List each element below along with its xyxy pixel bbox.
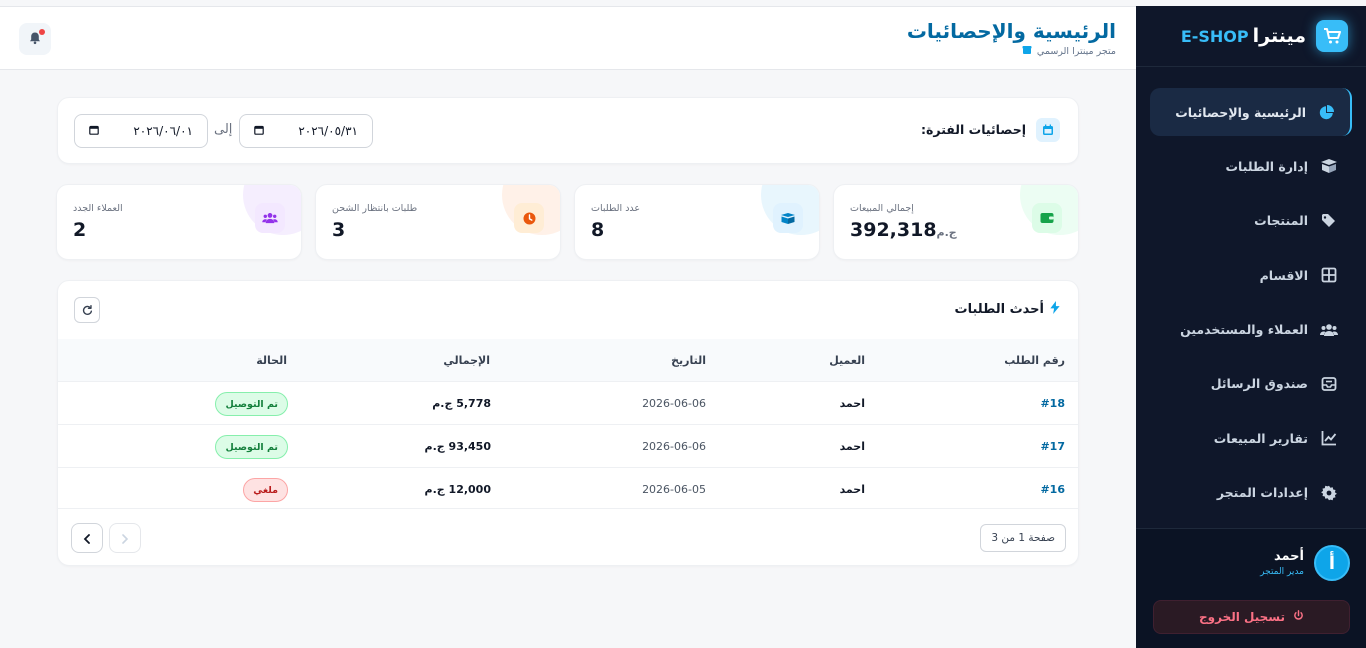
chart-pie-icon — [1318, 103, 1336, 121]
table-row[interactable]: #17 احمد 2026-06-06 93,450 ج.م تم التوصي… — [58, 424, 1078, 467]
sidebar-item-categories[interactable]: الاقسام — [1150, 251, 1352, 299]
user-name: أحمد — [1273, 549, 1304, 564]
bolt-icon — [1050, 301, 1060, 318]
date-from-input[interactable]: ٢٠٢٦/٠٥/٣١ — [239, 114, 373, 148]
stat-label: إجمالي المبيعات — [850, 203, 914, 214]
column-order-id: رقم الطلب — [1004, 354, 1065, 367]
sidebar-nav: الرئيسية والإحصائيات إدارة الطلبات المنت… — [1150, 88, 1352, 523]
stat-value: ج.م392,318 — [850, 219, 957, 241]
status-badge: ملغي — [243, 478, 288, 502]
period-filter: إحصائيات الفترة: ٢٠٢٦/٠٥/٣١ إلى ٢٠٢٦/٠٦/… — [57, 97, 1079, 164]
sidebar-item-products[interactable]: المنتجات — [1150, 197, 1352, 245]
divider — [1136, 66, 1366, 67]
avatar[interactable]: أ — [1314, 545, 1350, 581]
sidebar-item-dashboard[interactable]: الرئيسية والإحصائيات — [1150, 88, 1352, 136]
page-title: الرئيسية والإحصائيات — [906, 19, 1116, 43]
sidebar-item-reports[interactable]: تقارير المبيعات — [1150, 414, 1352, 462]
table-row[interactable]: #16 احمد 2026-06-05 12,000 ج.م ملغي — [58, 467, 1078, 510]
calendar-icon — [89, 124, 99, 138]
table-header: رقم الطلب العميل التاريخ الإجمالي الحالة — [58, 339, 1078, 381]
order-id-link[interactable]: #16 — [1040, 483, 1065, 496]
wallet-icon — [1032, 203, 1062, 233]
top-header: الرئيسية والإحصائيات متجر مينترا الرسمي — [0, 6, 1136, 70]
date-range-separator: إلى — [214, 122, 233, 137]
user-info: أ أحمد مدير المتجر — [1260, 545, 1350, 581]
refresh-icon — [82, 301, 93, 320]
orders-title: أحدث الطلبات — [955, 301, 1060, 318]
store-icon — [1022, 45, 1032, 58]
prev-page-button[interactable] — [109, 523, 141, 553]
status-badge: تم التوصيل — [215, 392, 288, 416]
logout-button[interactable]: تسجيل الخروج — [1153, 600, 1350, 634]
stat-card-new-customers: العملاء الجدد 2 — [56, 184, 302, 260]
order-total: 12,000 ج.م — [424, 483, 491, 496]
box-open-icon — [1320, 157, 1338, 175]
sidebar-item-orders[interactable]: إدارة الطلبات — [1150, 142, 1352, 190]
users-icon — [1320, 321, 1338, 339]
stat-card-orders-count: عدد الطلبات 8 — [574, 184, 820, 260]
clock-icon — [514, 203, 544, 233]
grid-icon — [1320, 266, 1338, 284]
cart-icon — [1316, 20, 1348, 52]
stat-card-pending-shipping: طلبات بانتظار الشحن 3 — [315, 184, 561, 260]
power-icon — [1293, 610, 1304, 624]
order-id-link[interactable]: #17 — [1040, 440, 1065, 453]
latest-orders-card: أحدث الطلبات رقم الطلب العميل التاريخ ال… — [57, 280, 1079, 566]
inbox-icon — [1320, 375, 1338, 393]
order-customer: احمد — [839, 397, 865, 410]
refresh-button[interactable] — [74, 297, 100, 323]
box-icon — [773, 203, 803, 233]
order-total: 93,450 ج.م — [424, 440, 491, 453]
user-panel: أ أحمد مدير المتجر تسجيل الخروج — [1136, 528, 1366, 648]
order-date: 2026-06-06 — [642, 440, 706, 453]
column-date: التاريخ — [671, 354, 706, 367]
column-total: الإجمالي — [443, 354, 490, 367]
order-total: 5,778 ج.م — [432, 397, 491, 410]
stat-value: 3 — [332, 219, 346, 241]
stat-value: 8 — [591, 219, 605, 241]
notification-dot — [39, 29, 45, 35]
gear-icon — [1320, 484, 1338, 502]
chevron-left-icon — [83, 529, 91, 548]
divider — [58, 508, 1078, 509]
column-customer: العميل — [829, 354, 865, 367]
page-subtitle: متجر مينترا الرسمي — [1022, 45, 1116, 58]
chevron-right-icon — [121, 529, 129, 548]
status-badge: تم التوصيل — [215, 435, 288, 459]
brand[interactable]: مينتراE-SHOP — [1181, 20, 1348, 52]
filter-label: إحصائيات الفترة: — [921, 122, 1026, 137]
order-customer: احمد — [839, 483, 865, 496]
stat-label: عدد الطلبات — [591, 203, 641, 214]
order-date: 2026-06-06 — [642, 397, 706, 410]
stat-label: العملاء الجدد — [73, 203, 123, 214]
sidebar-item-inbox[interactable]: صندوق الرسائل — [1150, 360, 1352, 408]
sidebar-item-customers[interactable]: العملاء والمستخدمين — [1150, 306, 1352, 354]
user-role: مدير المتجر — [1260, 567, 1304, 577]
column-status: الحالة — [256, 354, 287, 367]
stat-value: 2 — [73, 219, 87, 241]
users-icon — [255, 203, 285, 233]
notifications-button[interactable] — [19, 23, 51, 55]
order-customer: احمد — [839, 440, 865, 453]
order-id-link[interactable]: #18 — [1040, 397, 1065, 410]
chart-line-icon — [1320, 429, 1338, 447]
tags-icon — [1320, 212, 1338, 230]
calendar-icon — [254, 124, 264, 138]
table-row[interactable]: #18 احمد 2026-06-06 5,778 ج.م تم التوصيل — [58, 381, 1078, 424]
sidebar-item-settings[interactable]: إعدادات المتجر — [1150, 469, 1352, 517]
pagination-info: صفحة 1 من 3 — [980, 524, 1066, 552]
brand-name: مينتراE-SHOP — [1180, 25, 1306, 47]
date-to-input[interactable]: ٢٠٢٦/٠٦/٠١ — [74, 114, 208, 148]
stat-label: طلبات بانتظار الشحن — [332, 203, 418, 214]
order-date: 2026-06-05 — [642, 483, 706, 496]
calendar-icon — [1036, 118, 1060, 142]
sidebar: مينتراE-SHOP الرئيسية والإحصائيات إدارة … — [1136, 6, 1366, 648]
stat-card-total-sales: إجمالي المبيعات ج.م392,318 — [833, 184, 1079, 260]
next-page-button[interactable] — [71, 523, 103, 553]
